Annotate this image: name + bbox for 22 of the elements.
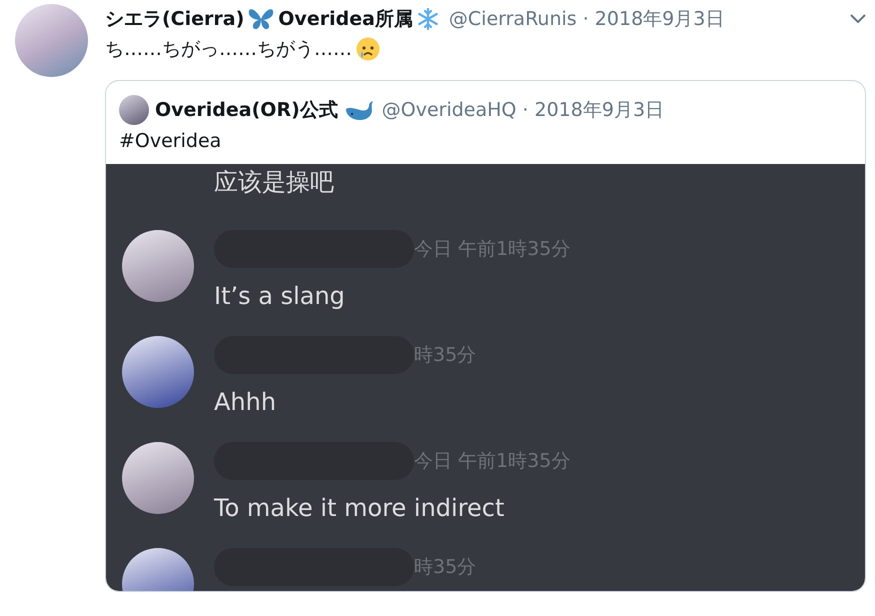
message-timestamp: 今日 午前1時35分 — [414, 237, 570, 262]
chat-message-text: To make it more indirect — [214, 494, 506, 522]
crying-face-icon — [356, 37, 380, 61]
tweet-text: ち……ちがっ……ちがう…… — [105, 37, 352, 62]
quoted-handle-and-date: @OverideaHQ · 2018年9月3日 — [382, 98, 664, 123]
chat-message-text: It’s a slang — [214, 282, 346, 310]
quoted-display-name: Overidea(OR)公式 — [155, 98, 338, 123]
chat-message-text: Ahhh — [214, 388, 278, 416]
quoted-tweet-text: #Overidea — [118, 129, 222, 154]
quoted-avatar — [119, 95, 149, 125]
quoted-tweet-card[interactable]: Overidea(OR)公式 @OverideaHQ · 2018年9月3日 #Overidea 应该是操吧 今日 午前1時35分 It’s a slang 時35分 Ahhh 今日 午前1時35分 To make it more indirect 時35分 — [105, 80, 866, 592]
display-name[interactable]: シエラ(Cierra) — [105, 6, 244, 32]
message-timestamp: 時35分 — [414, 555, 476, 580]
display-name-suffix[interactable]: Overidea所属 — [278, 6, 413, 32]
message-timestamp: 今日 午前1時35分 — [414, 449, 570, 474]
snowflake-icon — [416, 8, 439, 30]
whale-icon — [344, 99, 374, 121]
chevron-down-icon[interactable] — [850, 14, 866, 24]
chat-message-text: 应该是操吧 — [214, 167, 334, 196]
butterfly-icon — [248, 8, 274, 30]
handle-and-date: @CierraRunis · 2018年9月3日 — [448, 7, 724, 32]
message-timestamp: 時35分 — [414, 343, 476, 368]
